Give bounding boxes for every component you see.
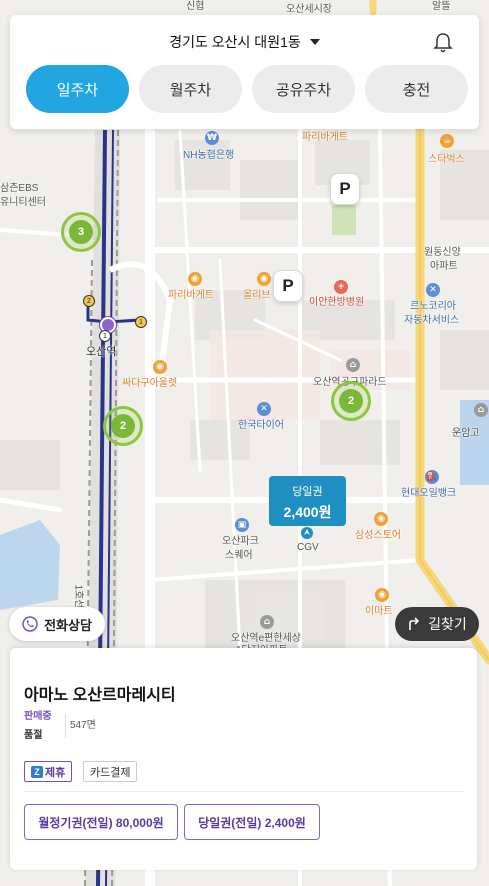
phone-icon	[22, 616, 38, 632]
price-marker-price: 2,400원	[283, 504, 332, 520]
map-label-sinhyeop: 신협	[186, 1, 205, 12]
phone-consult-button[interactable]: 전화상담	[9, 607, 105, 641]
cafe-icon: ☕	[440, 134, 454, 148]
map-label-nh-bank: NH농협은행	[183, 150, 235, 161]
map-label-korea-auto1: 르노코리아	[410, 301, 456, 312]
tire-icon: ✕	[257, 402, 271, 416]
map-label-ebs: 삼츤EBS	[0, 183, 39, 194]
map-label-apt1b: 아파트	[430, 261, 458, 272]
parking-lot-info-card[interactable]: 아마노 오산르마레시티 판매중 품절 547면 Z 제휴 카드결제 월정기권(전…	[10, 648, 477, 870]
map-label-unam: 운암고	[452, 428, 480, 439]
marker-pointer-icon	[301, 527, 313, 539]
school-icon: ⌂	[474, 403, 488, 417]
cluster-count: 2	[111, 414, 135, 438]
map-label-hospital: 이안한방병원	[309, 297, 365, 308]
apartment-icon-2: ⌂	[260, 615, 274, 629]
top-panel: 경기도 오산시 대원1동 일주차 월주차 공유주차 충전	[10, 15, 479, 129]
parking-marker[interactable]: P	[273, 270, 303, 302]
gas-station-icon: ⛽	[425, 470, 439, 484]
card-divider	[24, 791, 463, 792]
map-label-apt1: 원동신양	[424, 247, 461, 258]
selected-lot-price-marker[interactable]: 당일권 2,400원	[269, 476, 346, 526]
service-icon: ✕	[426, 283, 440, 297]
tab-monthly-parking[interactable]: 월주차	[139, 65, 242, 113]
status-divider	[65, 714, 66, 738]
map-label-railway: 1호선	[72, 584, 84, 609]
map-label-samsung: 삼성스토어	[355, 530, 401, 541]
map-label-ssada: 싸다구아울렛	[122, 378, 178, 389]
map-label-paris-mid: 파리바게트	[168, 290, 214, 301]
daily-ticket-button[interactable]: 당일권(전일) 2,400원	[184, 804, 320, 840]
parking-type-tabs: 일주차 월주차 공유주차 충전	[26, 65, 468, 113]
cluster-count: 3	[69, 220, 93, 244]
price-marker-kind: 당일권	[292, 486, 323, 498]
map-label-cgv: CGV	[297, 542, 319, 553]
phone-consult-label: 전화상담	[44, 617, 92, 633]
card-payment-tag: 카드결제	[83, 761, 138, 782]
building-icon: ▣	[235, 518, 249, 532]
soldout-status-badge: 품절	[24, 730, 43, 741]
directions-label: 길찾기	[428, 616, 467, 632]
apartment-icon: ⌂	[346, 358, 360, 372]
bell-icon[interactable]	[433, 32, 453, 54]
cluster-count: 2	[339, 389, 363, 413]
location-text: 경기도 오산시 대원1동	[169, 34, 301, 50]
tab-daily-parking[interactable]: 일주차	[26, 65, 129, 113]
map-label-albeul: 알뜰	[432, 1, 451, 12]
hospital-icon: +	[334, 280, 348, 294]
bank-icon: ₩	[205, 131, 219, 145]
map-label-hyundai-oil: 현대오일뱅크	[401, 488, 457, 499]
tab-charging[interactable]: 충전	[365, 65, 468, 113]
line-2-icon: 2	[83, 295, 95, 307]
parking-cluster-marker[interactable]: 2	[331, 381, 371, 421]
map-label-korea-auto2: 자동차서비스	[404, 315, 460, 326]
outlet-icon: ◉	[153, 360, 167, 374]
chevron-down-icon	[309, 39, 320, 45]
shop-icon: ◉	[257, 272, 271, 286]
partner-tag: Z 제휴	[24, 761, 73, 782]
parking-cluster-marker[interactable]: 3	[61, 212, 101, 252]
store-icon: ◉	[374, 512, 388, 526]
parking-cluster-marker[interactable]: 2	[103, 406, 143, 446]
monthly-ticket-button[interactable]: 월정기권(전일) 80,000원	[24, 804, 178, 840]
bakery-icon: ◉	[188, 272, 202, 286]
partner-tag-label: 제휴	[45, 766, 66, 779]
line-1-icon: 1	[135, 316, 147, 328]
parking-marker[interactable]: P	[330, 173, 360, 205]
tab-shared-parking[interactable]: 공유주차	[252, 65, 355, 113]
turn-arrow-icon	[409, 617, 420, 630]
map-label-emart: 이마트	[365, 606, 393, 617]
map-label-park1: 오산파크	[222, 536, 259, 547]
sale-status-badge: 판매중	[24, 711, 52, 722]
map-label-tire: 한국타이어	[238, 420, 284, 431]
partner-logo-icon: Z	[31, 765, 43, 778]
map-label-paris-top: 파리바게트	[302, 132, 348, 143]
map-label-starbucks: 스타벅스	[428, 154, 465, 165]
map-label-olive: 올리브	[243, 290, 271, 301]
mart-icon: ◉	[375, 588, 389, 602]
map-label-park2: 스퀘어	[225, 550, 253, 561]
map-label-station: 오산역	[86, 346, 117, 358]
location-selector[interactable]: 경기도 오산시 대원1동	[10, 29, 479, 55]
line-1-icon-2: 1	[99, 330, 111, 342]
map-label-community: 유니티센터	[0, 197, 46, 208]
parking-lot-name: 아마노 오산르마레시티	[24, 687, 176, 704]
parking-space-count: 547면	[70, 720, 96, 731]
directions-button[interactable]: 길찾기	[395, 607, 479, 641]
